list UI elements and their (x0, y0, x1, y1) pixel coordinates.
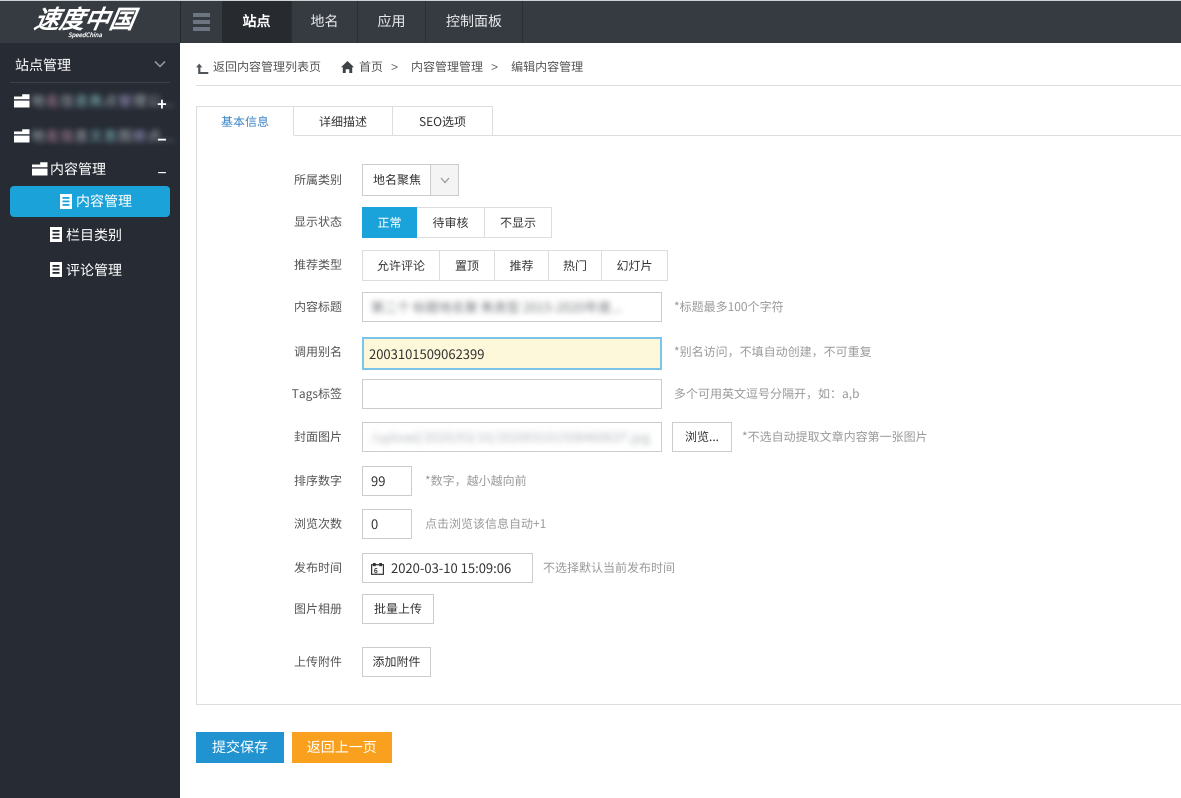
svg-text:6: 6 (374, 565, 378, 575)
